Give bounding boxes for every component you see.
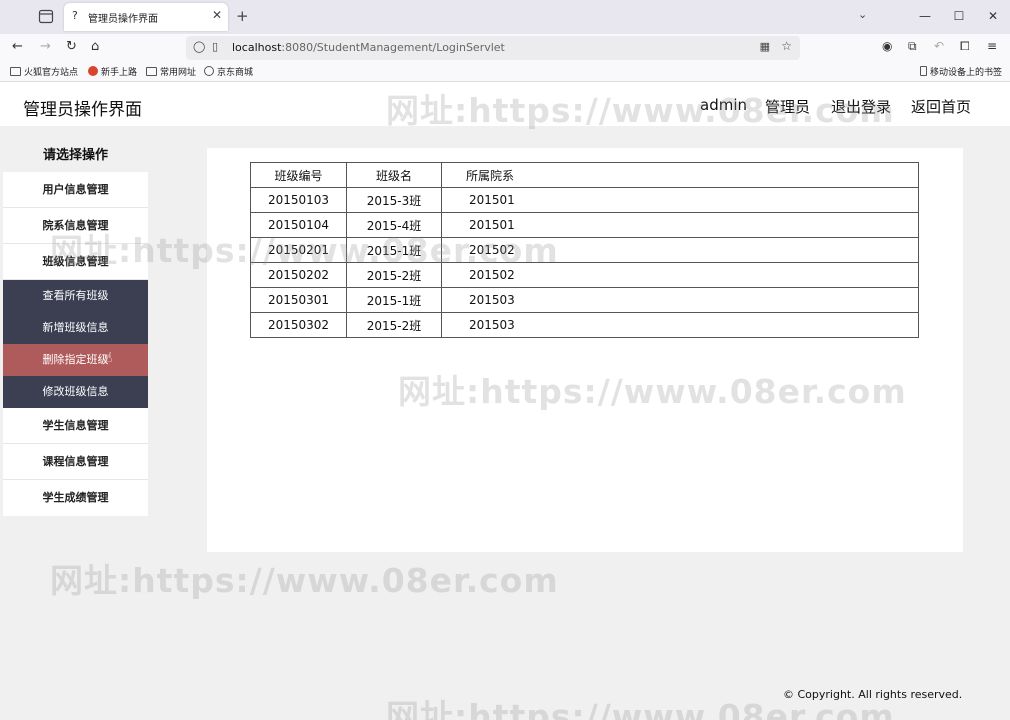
screenshot-crop-icon[interactable]: ⧉: [908, 39, 917, 54]
cell-class-name: 2015-1班: [346, 237, 442, 263]
home-link[interactable]: 返回首页: [911, 96, 971, 117]
sidebar-item-courses[interactable]: 课程信息管理: [3, 444, 148, 480]
sidebar-heading: 请选择操作: [42, 148, 108, 163]
url-text[interactable]: localhost:8080/StudentManagement/LoginSe…: [232, 41, 505, 54]
url-bar[interactable]: ◯ ▯ localhost:8080/StudentManagement/Log…: [186, 36, 800, 60]
cell-department: 201501: [441, 187, 919, 213]
page-info-icon[interactable]: ▯: [212, 40, 218, 53]
undo-icon[interactable]: ↶: [934, 39, 944, 53]
sidebar-item-classes[interactable]: 班级信息管理: [3, 244, 148, 280]
tab-title: 管理员操作界面: [88, 14, 158, 25]
cell-class-name: 2015-4班: [346, 212, 442, 238]
menu-icon[interactable]: ≡: [987, 39, 997, 53]
cell-class-id: 20150301: [250, 287, 347, 313]
bookmark-item[interactable]: 常用网址: [146, 65, 196, 78]
sidebar-item-students[interactable]: 学生信息管理: [3, 408, 148, 444]
cell-class-name: 2015-2班: [346, 262, 442, 288]
forward-icon[interactable]: →: [40, 39, 51, 54]
cell-class-name: 2015-2班: [346, 312, 442, 338]
bookmark-star-icon[interactable]: ☆: [781, 39, 792, 53]
cell-department: 201503: [441, 312, 919, 338]
folder-icon: [146, 67, 157, 76]
tab-overview-icon[interactable]: [38, 9, 54, 24]
col-class-name: 班级名: [346, 162, 442, 188]
app-header: 管理员操作界面 admin 管理员 退出登录 返回首页: [0, 82, 1010, 126]
cell-class-id: 20150202: [250, 262, 347, 288]
window-controls: — ☐ ✕: [908, 0, 1010, 34]
cell-department: 201501: [441, 212, 919, 238]
qr-code-icon[interactable]: ▦: [760, 40, 770, 53]
table-header-row: 班级编号 班级名 所属院系: [250, 162, 919, 188]
mobile-bookmarks[interactable]: 移动设备上的书签: [920, 65, 1002, 78]
tab-favicon-icon: ?: [72, 9, 78, 22]
bookmark-item[interactable]: 火狐官方站点: [10, 65, 78, 78]
cell-class-id: 20150201: [250, 237, 347, 263]
extensions-icon[interactable]: ⧠: [960, 39, 970, 54]
col-department: 所属院系: [441, 162, 919, 188]
home-icon[interactable]: ⌂: [91, 39, 99, 54]
logout-link[interactable]: 退出登录: [831, 96, 891, 117]
bookmark-item[interactable]: 京东商城: [204, 65, 253, 78]
mobile-icon: [920, 66, 927, 76]
table-row: 20150103 2015-3班 201501: [250, 187, 919, 213]
watermark: 网址:https://www.08er.com: [50, 561, 559, 600]
table-row: 20150104 2015-4班 201501: [250, 212, 919, 238]
class-table: 班级编号 班级名 所属院系 20150103 2015-3班 201501 20…: [250, 162, 919, 338]
tab-list-chevron-icon[interactable]: ⌄: [858, 8, 867, 21]
new-tab-icon[interactable]: +: [236, 7, 249, 25]
table-row: 20150202 2015-2班 201502: [250, 262, 919, 288]
table-row: 20150301 2015-1班 201503: [250, 287, 919, 313]
table-row: 20150302 2015-2班 201503: [250, 312, 919, 338]
submenu-delete-class[interactable]: 删除指定班级: [3, 344, 148, 376]
page-title: 管理员操作界面: [23, 100, 142, 120]
globe-icon: [204, 66, 214, 76]
cell-class-name: 2015-1班: [346, 287, 442, 313]
account-icon[interactable]: ◉: [882, 39, 892, 53]
minimize-icon[interactable]: —: [908, 0, 942, 34]
cell-department: 201503: [441, 287, 919, 313]
submenu-edit-class[interactable]: 修改班级信息: [3, 376, 148, 408]
sidebar-item-departments[interactable]: 院系信息管理: [3, 208, 148, 244]
window-close-icon[interactable]: ✕: [976, 0, 1010, 34]
browser-nav-bar: ← → ↻ ⌂ ◯ ▯ localhost:8080/StudentManage…: [0, 34, 1010, 61]
cell-class-name: 2015-3班: [346, 187, 442, 213]
cell-department: 201502: [441, 262, 919, 288]
copyright-text: © Copyright. All rights reserved.: [783, 688, 963, 701]
reload-icon[interactable]: ↻: [66, 39, 77, 54]
browser-tab[interactable]: ? 管理员操作界面 ✕: [64, 3, 228, 31]
hand-cursor-icon: ☝: [104, 350, 113, 366]
back-icon[interactable]: ←: [12, 39, 23, 54]
bookmarks-bar: 火狐官方站点 新手上路 常用网址 京东商城 移动设备上的书签: [0, 61, 1010, 82]
cell-class-id: 20150104: [250, 212, 347, 238]
firefox-icon: [88, 66, 98, 76]
col-class-id: 班级编号: [250, 162, 347, 188]
content-panel: 班级编号 班级名 所属院系 20150103 2015-3班 201501 20…: [207, 148, 963, 552]
shield-icon[interactable]: ◯: [193, 40, 205, 53]
cell-department: 201502: [441, 237, 919, 263]
cell-class-id: 20150302: [250, 312, 347, 338]
maximize-icon[interactable]: ☐: [942, 0, 976, 34]
user-role: 管理员: [765, 98, 811, 116]
cell-class-id: 20150103: [250, 187, 347, 213]
sidebar-item-grades[interactable]: 学生成绩管理: [3, 480, 148, 516]
close-tab-icon[interactable]: ✕: [212, 8, 222, 22]
sidebar: 请选择操作 用户信息管理 院系信息管理 班级信息管理 查看所有班级 新增班级信息…: [3, 139, 148, 516]
bookmark-item[interactable]: 新手上路: [88, 65, 137, 78]
submenu-add-class[interactable]: 新增班级信息: [3, 312, 148, 344]
submenu-view-classes[interactable]: 查看所有班级: [3, 280, 148, 312]
folder-icon: [10, 67, 21, 76]
user-name: admin: [700, 96, 747, 114]
browser-tab-bar: ? 管理员操作界面 ✕ + ⌄ — ☐ ✕: [0, 0, 1010, 34]
sidebar-item-users[interactable]: 用户信息管理: [3, 172, 148, 208]
table-row: 20150201 2015-1班 201502: [250, 237, 919, 263]
